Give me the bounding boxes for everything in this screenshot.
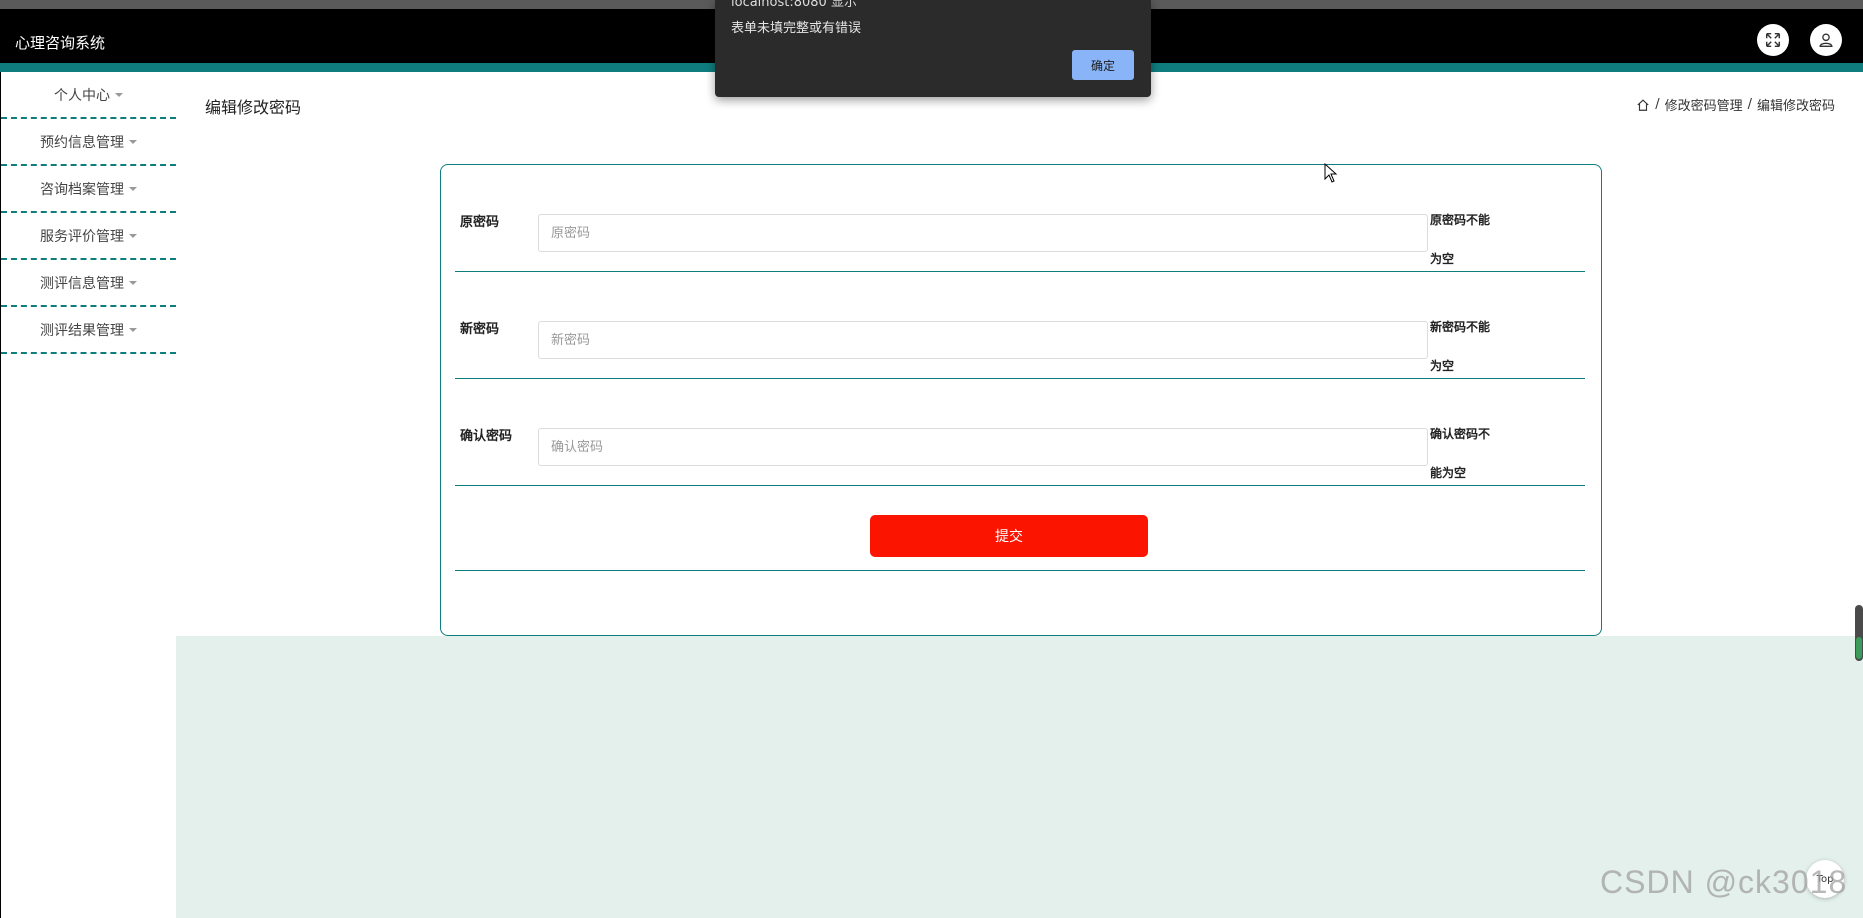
- sidebar-item-assessment-results[interactable]: 测评结果管理: [1, 307, 176, 354]
- confirm-password-label: 确认密码: [460, 429, 513, 444]
- error-line: 原密码不能: [1430, 213, 1491, 227]
- form-row-new-password: 新密码 新密码不能 为空: [455, 272, 1585, 379]
- sidebar-item-label: 预约信息管理: [40, 134, 124, 151]
- sidebar-item-consult-records[interactable]: 咨询档案管理: [1, 166, 176, 213]
- form-row-submit: 提交: [455, 514, 1585, 571]
- form-row-old-password: 原密码 原密码不能 为空: [455, 165, 1585, 272]
- breadcrumb-item[interactable]: 修改密码管理: [1665, 95, 1743, 114]
- password-form: 原密码 原密码不能 为空 新密码 新密码不能 为空 确认密码 确认密码不 能为空…: [440, 164, 1602, 636]
- dialog-origin: localhost:8080 显示: [731, 0, 857, 10]
- confirm-password-input[interactable]: [538, 428, 1428, 466]
- sidebar-item-service-reviews[interactable]: 服务评价管理: [1, 213, 176, 260]
- sidebar-item-assessment-info[interactable]: 测评信息管理: [1, 260, 176, 307]
- error-line: 新密码不能: [1430, 320, 1491, 334]
- dialog-message: 表单未填完整或有错误: [731, 21, 862, 36]
- home-icon[interactable]: [1636, 98, 1650, 112]
- sidebar-item-label: 测评信息管理: [40, 275, 124, 292]
- breadcrumb-item: 编辑修改密码: [1756, 99, 1835, 114]
- form-row-confirm-password: 确认密码 确认密码不 能为空: [455, 379, 1585, 486]
- user-icon: [1819, 33, 1833, 47]
- sidebar-item-label: 服务评价管理: [40, 228, 124, 245]
- caret-down-icon: [129, 186, 137, 191]
- sidebar-item-appointments[interactable]: 预约信息管理: [1, 119, 176, 166]
- mouse-cursor-icon: [1324, 163, 1338, 183]
- error-line: 能为空: [1430, 466, 1467, 480]
- alert-dialog: localhost:8080 显示 表单未填完整或有错误 确定: [715, 0, 1151, 97]
- caret-down-icon: [129, 139, 137, 144]
- old-password-error: 原密码不能 为空: [1430, 201, 1505, 279]
- fullscreen-button[interactable]: [1757, 24, 1789, 56]
- old-password-input[interactable]: [538, 214, 1428, 252]
- breadcrumb-separator: /: [1655, 97, 1660, 112]
- sidebar-item-label: 个人中心: [54, 87, 110, 104]
- caret-down-icon: [115, 92, 123, 97]
- user-menu-button[interactable]: [1810, 24, 1842, 56]
- caret-down-icon: [129, 280, 137, 285]
- confirm-password-error: 确认密码不 能为空: [1430, 415, 1505, 493]
- submit-button[interactable]: 提交: [870, 515, 1148, 557]
- new-password-input[interactable]: [538, 321, 1428, 359]
- old-password-label: 原密码: [460, 215, 500, 230]
- sidebar-item-label: 测评结果管理: [40, 322, 124, 339]
- error-line: 确认密码不: [1430, 427, 1491, 441]
- scrollbar-thumb[interactable]: [1855, 605, 1863, 661]
- new-password-error: 新密码不能 为空: [1430, 308, 1505, 386]
- caret-down-icon: [129, 233, 137, 238]
- dialog-ok-button[interactable]: 确定: [1072, 50, 1134, 80]
- app-title: 心理咨询系统: [15, 34, 106, 52]
- sidebar-item-personal-center[interactable]: 个人中心: [1, 72, 176, 119]
- watermark: CSDN @ck3018: [1600, 864, 1848, 900]
- sidebar: 个人中心 预约信息管理 咨询档案管理 服务评价管理 测评信息管理 测评结果管理: [1, 72, 176, 354]
- caret-down-icon: [129, 327, 137, 332]
- sidebar-item-label: 咨询档案管理: [40, 181, 124, 198]
- breadcrumb-separator: /: [1747, 97, 1752, 112]
- new-password-label: 新密码: [460, 322, 500, 337]
- page-title: 编辑修改密码: [205, 98, 302, 117]
- breadcrumb: / 修改密码管理 / 编辑修改密码: [1636, 95, 1835, 114]
- expand-icon: [1765, 32, 1781, 48]
